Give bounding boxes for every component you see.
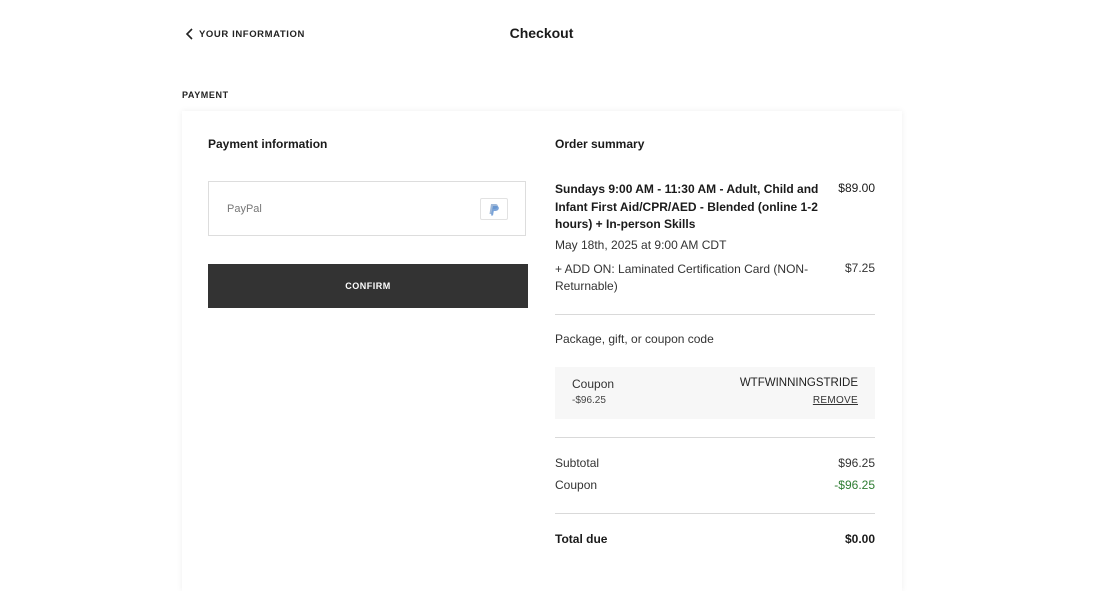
subtotal-value: $96.25: [838, 456, 875, 470]
total-due-label: Total due: [555, 532, 608, 546]
page-title: Checkout: [509, 25, 574, 41]
applied-coupon-box: Coupon -$96.25 WTFWINNINGSTRIDE REMOVE: [555, 367, 875, 419]
remove-coupon-link[interactable]: REMOVE: [813, 395, 858, 406]
paypal-icon: [480, 198, 508, 220]
order-item-date: May 18th, 2025 at 9:00 AM CDT: [555, 238, 727, 252]
addon-item-price: $7.25: [844, 261, 875, 275]
divider: [555, 314, 875, 315]
checkout-card: Payment information PayPal CONFIRM Order…: [182, 111, 902, 591]
divider: [555, 513, 875, 514]
paypal-label: PayPal: [227, 203, 262, 215]
addon-item-name: + ADD ON: Laminated Certification Card (…: [555, 262, 809, 293]
subtotal-label: Subtotal: [555, 456, 600, 470]
coupon-amount: -$96.25: [572, 395, 606, 406]
confirm-button[interactable]: CONFIRM: [208, 264, 528, 308]
section-label-payment: PAYMENT: [182, 90, 229, 100]
coupon-label: Coupon: [572, 377, 615, 391]
coupon-code-prompt[interactable]: Package, gift, or coupon code: [555, 332, 714, 346]
paypal-payment-option[interactable]: PayPal: [208, 181, 526, 236]
coupon-code: WTFWINNINGSTRIDE: [739, 377, 858, 389]
order-item-name: Sundays 9:00 AM - 11:30 AM - Adult, Chil…: [555, 182, 819, 231]
divider: [555, 437, 875, 438]
order-summary-title: Order summary: [555, 137, 645, 151]
order-item-price: $89.00: [838, 181, 875, 195]
payment-information-title: Payment information: [208, 137, 328, 151]
coupon-row-label: Coupon: [555, 478, 598, 492]
total-due-value: $0.00: [844, 532, 875, 546]
coupon-row-value: -$96.25: [834, 478, 875, 492]
